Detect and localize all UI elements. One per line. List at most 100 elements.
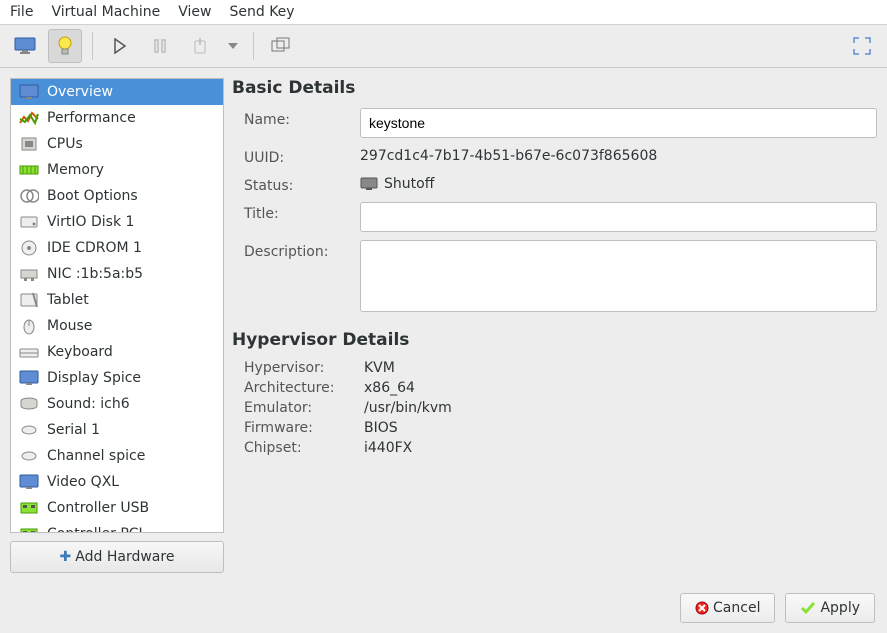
sidebar-item-tablet[interactable]: Tablet: [11, 287, 223, 313]
cancel-icon: [695, 601, 709, 615]
chevron-down-icon: [228, 43, 238, 49]
console-view-button[interactable]: [8, 29, 42, 63]
chipset-value: i440FX: [364, 440, 877, 456]
play-icon: [113, 38, 127, 54]
sidebar: Overview Performance CPUs Memory Boot Option…: [10, 78, 224, 573]
keyboard-icon: [19, 343, 39, 361]
architecture-value: x86_64: [364, 380, 877, 396]
sidebar-item-video-qxl[interactable]: Video QXL: [11, 469, 223, 495]
toolbar: [0, 25, 887, 68]
nic-icon: [19, 265, 39, 283]
shutdown-menu-button[interactable]: [223, 29, 243, 63]
basic-details-heading: Basic Details: [232, 78, 877, 98]
sidebar-item-nic-1b-5a-b5[interactable]: NIC :1b:5a:b5: [11, 261, 223, 287]
sidebar-item-memory[interactable]: Memory: [11, 157, 223, 183]
sidebar-item-label: Overview: [47, 84, 113, 100]
menu-send-key[interactable]: Send Key: [229, 4, 294, 20]
sidebar-item-label: Keyboard: [47, 344, 113, 360]
sound-icon: [19, 395, 39, 413]
memory-icon: [19, 161, 39, 179]
sidebar-item-serial-1[interactable]: Serial 1: [11, 417, 223, 443]
hypervisor-details-heading: Hypervisor Details: [232, 330, 877, 350]
hypervisor-label: Hypervisor:: [244, 360, 364, 376]
run-button[interactable]: [103, 29, 137, 63]
description-input[interactable]: [360, 240, 877, 312]
sidebar-item-keyboard[interactable]: Keyboard: [11, 339, 223, 365]
serial-icon: [19, 421, 39, 439]
add-hardware-label: Add Hardware: [75, 549, 174, 565]
monitor-icon: [14, 37, 36, 55]
sidebar-item-mouse[interactable]: Mouse: [11, 313, 223, 339]
sidebar-item-ide-cdrom-1[interactable]: IDE CDROM 1: [11, 235, 223, 261]
sidebar-item-label: IDE CDROM 1: [47, 240, 142, 256]
menubar: File Virtual Machine View Send Key: [0, 0, 887, 25]
sidebar-item-cpus[interactable]: CPUs: [11, 131, 223, 157]
menu-file[interactable]: File: [10, 4, 33, 20]
sidebar-item-label: Boot Options: [47, 188, 138, 204]
cancel-label: Cancel: [713, 600, 760, 616]
sidebar-item-label: Memory: [47, 162, 104, 178]
controller-icon: [19, 499, 39, 517]
overview-icon: [19, 83, 39, 101]
apply-button[interactable]: Apply: [785, 593, 875, 623]
apply-icon: [800, 601, 816, 615]
pause-button[interactable]: [143, 29, 177, 63]
sidebar-item-display-spice[interactable]: Display Spice: [11, 365, 223, 391]
status-value: Shutoff: [384, 176, 434, 192]
description-label: Description:: [244, 240, 354, 260]
toolbar-separator: [253, 32, 254, 60]
sidebar-item-channel-spice[interactable]: Channel spice: [11, 443, 223, 469]
sidebar-item-sound-ich6[interactable]: Sound: ich6: [11, 391, 223, 417]
fullscreen-icon: [853, 37, 871, 55]
sidebar-item-label: Serial 1: [47, 422, 100, 438]
uuid-label: UUID:: [244, 146, 354, 166]
sidebar-item-label: Mouse: [47, 318, 92, 334]
hardware-list[interactable]: Overview Performance CPUs Memory Boot Option…: [10, 78, 224, 533]
tablet-icon: [19, 291, 39, 309]
main-area: Overview Performance CPUs Memory Boot Option…: [0, 68, 887, 583]
sidebar-item-label: Display Spice: [47, 370, 141, 386]
display-icon: [19, 473, 39, 491]
add-hardware-button[interactable]: ✚ Add Hardware: [10, 541, 224, 573]
controller-icon: [19, 525, 39, 533]
plus-icon: ✚: [60, 549, 72, 565]
sidebar-item-label: Controller PCI: [47, 526, 143, 533]
menu-view[interactable]: View: [178, 4, 211, 20]
sidebar-item-label: Sound: ich6: [47, 396, 130, 412]
fullscreen-button[interactable]: [845, 29, 879, 63]
power-icon: [192, 37, 208, 55]
details-view-button[interactable]: [48, 29, 82, 63]
toolbar-separator: [92, 32, 93, 60]
name-label: Name:: [244, 108, 354, 128]
sidebar-item-virtio-disk-1[interactable]: VirtIO Disk 1: [11, 209, 223, 235]
title-label: Title:: [244, 202, 354, 222]
sidebar-item-label: Performance: [47, 110, 136, 126]
sidebar-item-label: Channel spice: [47, 448, 145, 464]
serial-icon: [19, 447, 39, 465]
cancel-button[interactable]: Cancel: [680, 593, 775, 623]
hypervisor-value: KVM: [364, 360, 877, 376]
name-input[interactable]: [360, 108, 877, 138]
firmware-value: BIOS: [364, 420, 877, 436]
footer: Cancel Apply: [0, 583, 887, 633]
menu-virtual-machine[interactable]: Virtual Machine: [51, 4, 160, 20]
details-pane: Basic Details Name: UUID: 297cd1c4-7b17-…: [232, 78, 877, 573]
sidebar-item-label: Controller USB: [47, 500, 149, 516]
snapshots-button[interactable]: [264, 29, 298, 63]
sidebar-item-boot-options[interactable]: Boot Options: [11, 183, 223, 209]
sidebar-item-controller-pci[interactable]: Controller PCI: [11, 521, 223, 533]
sidebar-item-label: Video QXL: [47, 474, 119, 490]
shutdown-button[interactable]: [183, 29, 217, 63]
cdrom-icon: [19, 239, 39, 257]
boot-icon: [19, 187, 39, 205]
uuid-value: 297cd1c4-7b17-4b51-b67e-6c073f865608: [360, 148, 657, 164]
sidebar-item-performance[interactable]: Performance: [11, 105, 223, 131]
emulator-value: /usr/bin/kvm: [364, 400, 877, 416]
perf-icon: [19, 109, 39, 127]
sidebar-item-label: CPUs: [47, 136, 83, 152]
cpu-icon: [19, 135, 39, 153]
sidebar-item-overview[interactable]: Overview: [11, 79, 223, 105]
title-input[interactable]: [360, 202, 877, 232]
sidebar-item-controller-usb[interactable]: Controller USB: [11, 495, 223, 521]
mouse-icon: [19, 317, 39, 335]
